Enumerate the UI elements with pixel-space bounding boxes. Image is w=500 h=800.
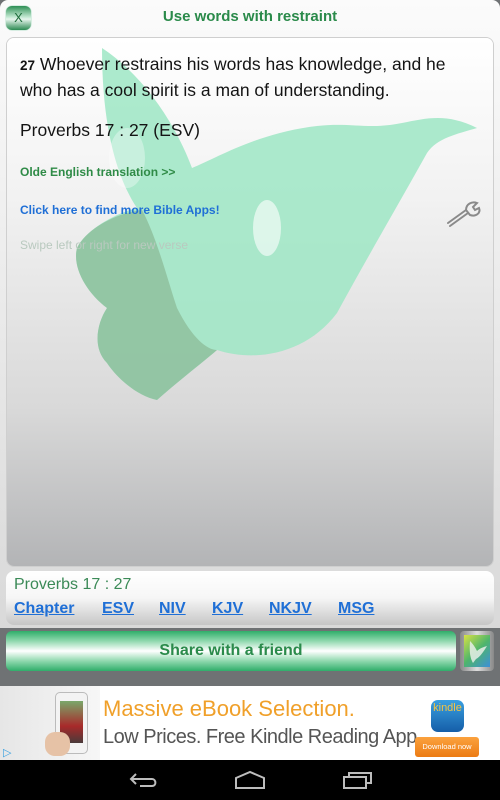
verse-number: 27: [20, 58, 36, 73]
share-image-button[interactable]: [460, 631, 494, 671]
app-root: X Use words with restraint 27 Whoever re…: [0, 0, 500, 686]
page-title: Use words with restraint: [162, 8, 338, 25]
wrench-settings-icon[interactable]: [444, 198, 484, 228]
verse-panel[interactable]: 27 Whoever restrains his words has knowl…: [7, 38, 493, 566]
ad-banner[interactable]: ▷ Massive eBook Selection. Low Prices. F…: [0, 686, 500, 760]
system-nav-bar: [0, 760, 500, 800]
verse-reference: Proverbs 17 : 27 (ESV): [20, 120, 200, 140]
ad-headline: Massive eBook Selection.: [103, 696, 355, 721]
recent-apps-icon[interactable]: [342, 770, 374, 790]
esv-link[interactable]: ESV: [102, 600, 134, 618]
main-frame: X Use words with restraint 27 Whoever re…: [0, 0, 500, 628]
title-bar: X Use words with restraint: [0, 0, 500, 36]
ad-phone-image: [0, 686, 100, 760]
chapter-link[interactable]: Chapter: [14, 600, 74, 618]
adchoices-icon[interactable]: ▷: [3, 746, 11, 759]
chapter-reference-label: Proverbs 17 : 27: [14, 576, 132, 593]
kjv-link[interactable]: KJV: [212, 600, 243, 618]
msg-link[interactable]: MSG: [338, 600, 374, 618]
share-with-friend-button[interactable]: Share with a friend: [6, 631, 456, 671]
more-bible-apps-link[interactable]: Click here to find more Bible Apps!: [20, 203, 220, 217]
verse-body: Whoever restrains his words has knowledg…: [20, 54, 446, 100]
nkjv-link[interactable]: NKJV: [269, 600, 312, 618]
home-icon[interactable]: [234, 770, 266, 790]
dove-watermark-icon: [76, 48, 478, 400]
dove-thumbnail-icon: [464, 635, 490, 667]
swipe-hint: Swipe left or right for new verse: [20, 238, 189, 252]
niv-link[interactable]: NIV: [159, 600, 186, 618]
ad-subline: Low Prices. Free Kindle Reading App.: [103, 726, 422, 748]
download-now-button[interactable]: Download now: [415, 737, 479, 757]
reference-panel: Proverbs 17 : 27 Chapter ESV NIV KJV NKJ…: [6, 571, 494, 625]
back-icon[interactable]: [128, 770, 160, 790]
kindle-app-icon: kindle: [431, 700, 464, 732]
hand-image: [45, 732, 70, 756]
olde-english-link[interactable]: Olde English translation >>: [20, 165, 175, 179]
verse-text: 27 Whoever restrains his words has knowl…: [20, 52, 480, 103]
